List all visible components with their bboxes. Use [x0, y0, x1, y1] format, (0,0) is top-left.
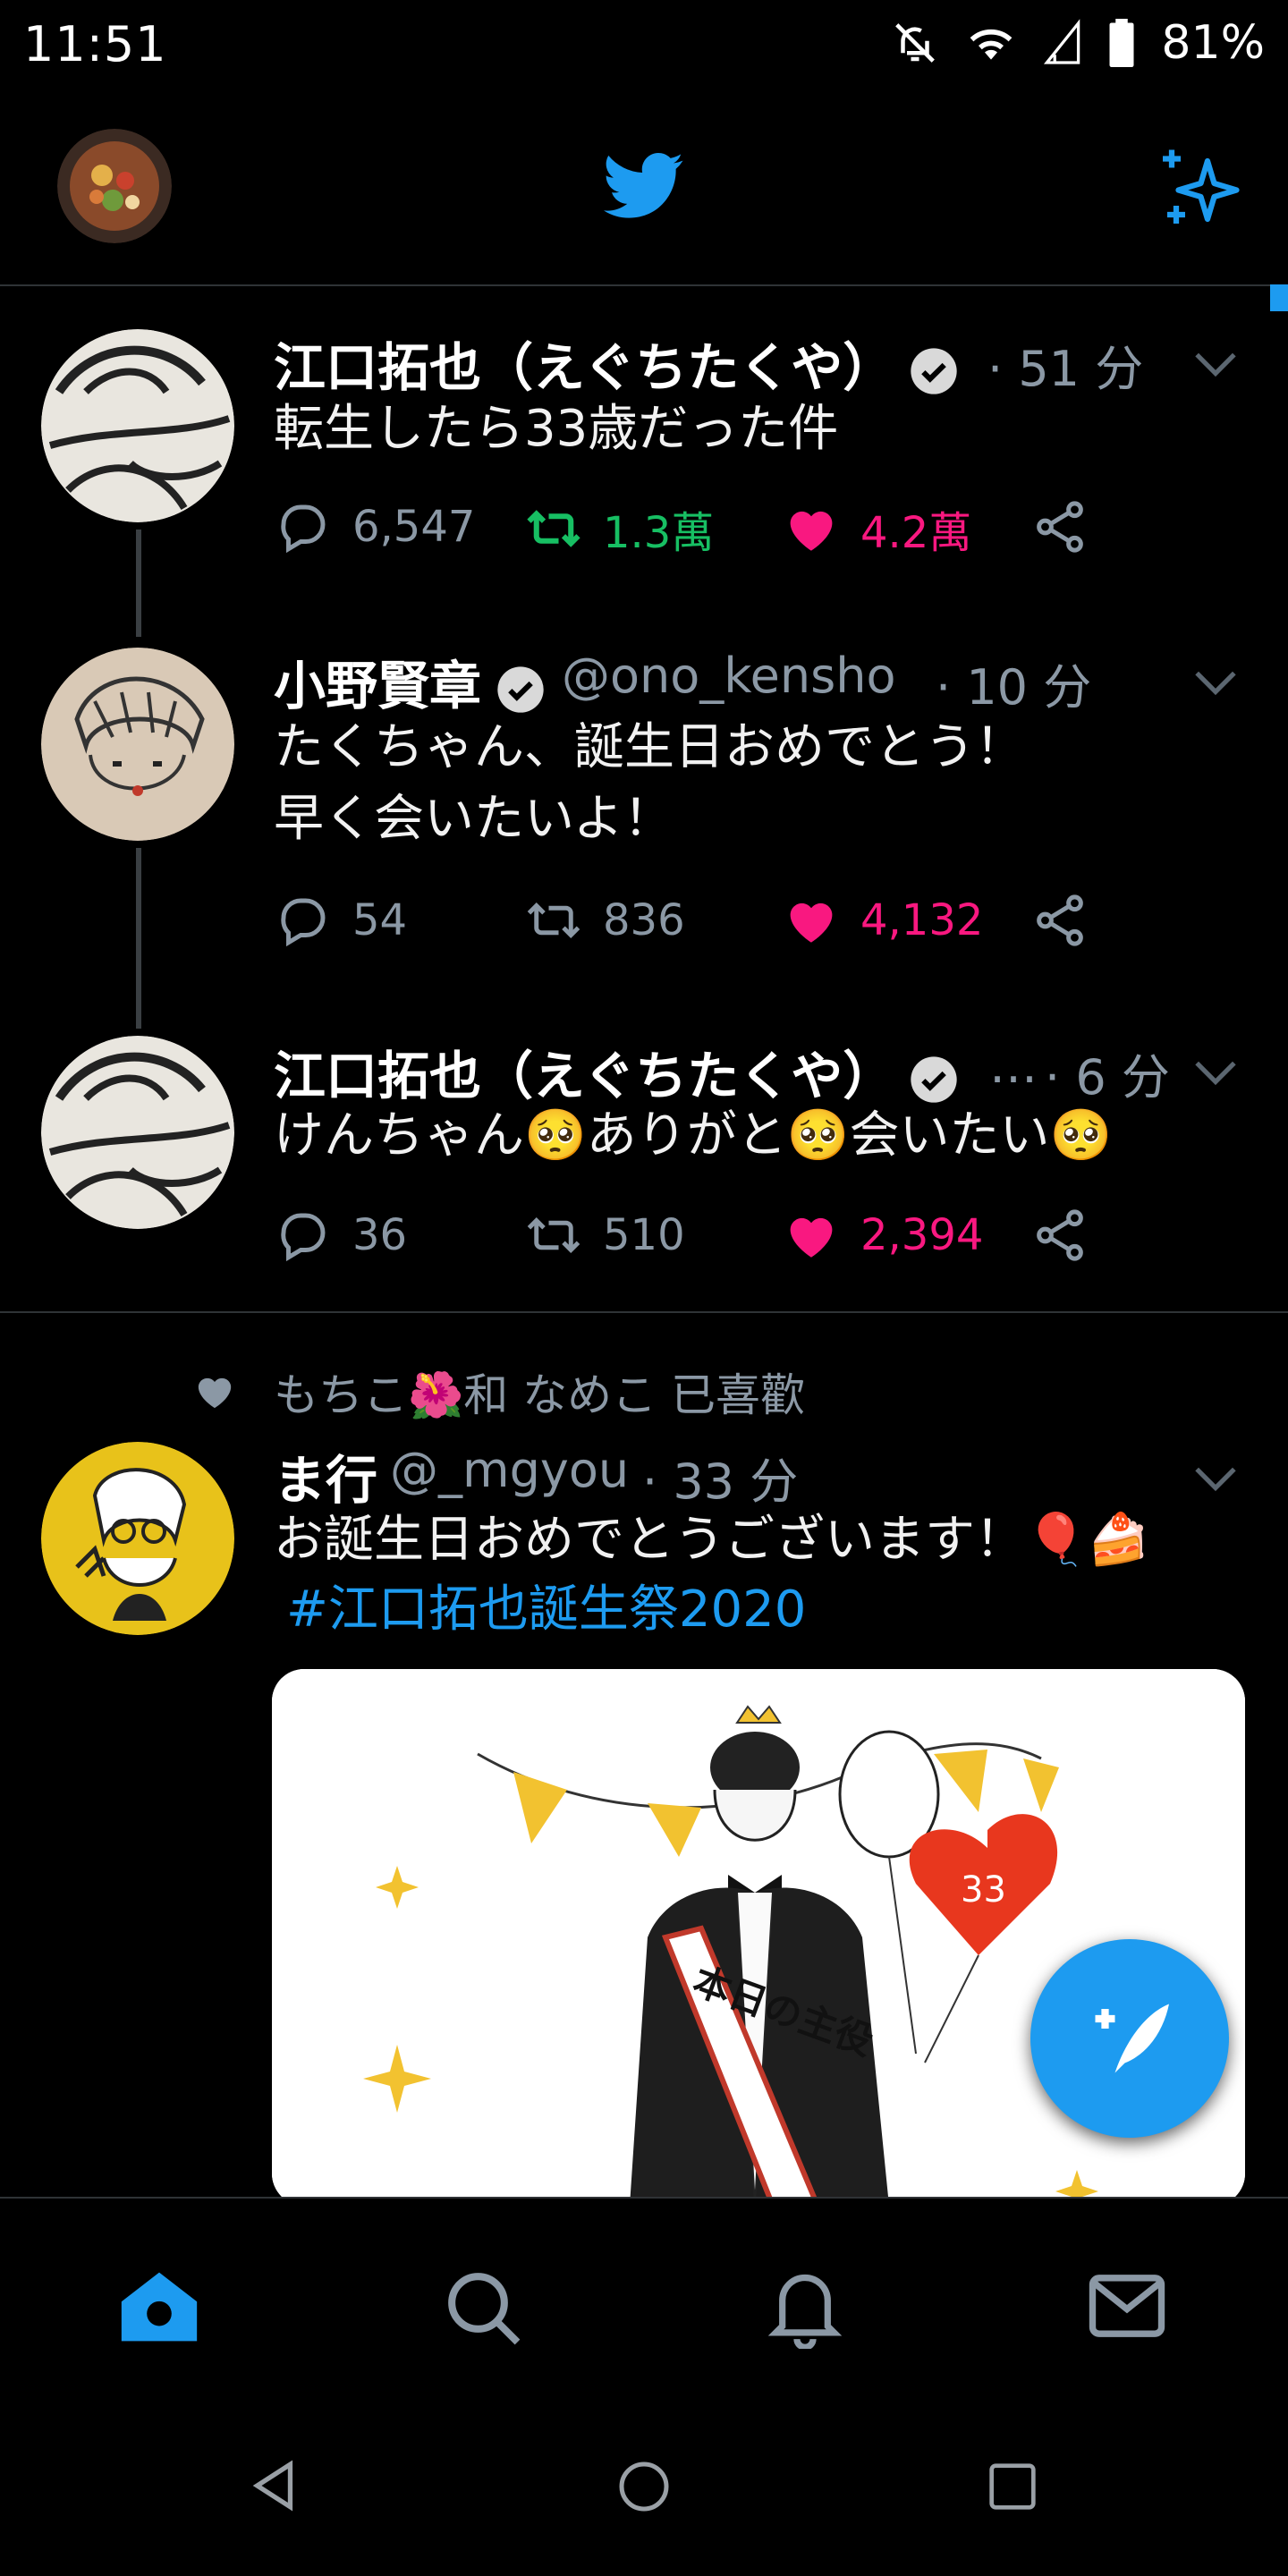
tweet-2[interactable]: 小野賢章 @ono_kensho · 10 分 たくちゃん、誕生日おめでとう！ … [0, 626, 1288, 1011]
verified-badge-icon [911, 348, 957, 394]
retweet-button[interactable]: 1.3萬 [524, 497, 714, 560]
status-right: 81% [891, 16, 1265, 70]
tweet-handle[interactable]: … [989, 1038, 1038, 1094]
heart-small-icon [198, 1377, 232, 1409]
home-icon[interactable] [118, 2268, 200, 2345]
tweet-author-name[interactable]: ま行 [274, 1438, 377, 1513]
compose-tweet-icon [1095, 2004, 1169, 2073]
hashtag-link[interactable]: #江口拓也誕生祭2020 [286, 1574, 806, 1646]
social-context[interactable]: もちこ🌺和 なめこ 已喜歡 [274, 1360, 805, 1424]
chevron-down-icon[interactable] [1193, 1465, 1238, 1492]
retweet-count: 1.3萬 [603, 508, 715, 558]
status-bar: 11:51 81% [0, 0, 1288, 89]
chevron-down-icon[interactable] [1193, 351, 1238, 377]
retweet-count: 836 [603, 895, 685, 945]
share-icon [1037, 501, 1083, 553]
battery-percent: 81% [1161, 16, 1265, 70]
retweet-button[interactable]: 510 [524, 1206, 685, 1265]
tweet-3[interactable]: 江口拓也（えぐちたくや） … · 6 分 けんちゃん🥺ありがと🥺会いたい🥺 36… [0, 1020, 1288, 1311]
reply-button[interactable]: 6,547 [274, 497, 475, 556]
retweet-icon [527, 1216, 580, 1254]
like-button[interactable]: 4,132 [782, 891, 983, 950]
tweet-text: けんちゃん🥺ありがと🥺会いたい🥺 [274, 1106, 1113, 1165]
like-button[interactable]: 4.2萬 [782, 497, 971, 560]
verified-badge-icon [911, 1056, 957, 1103]
tweet-time: · 10 分 [936, 659, 1092, 716]
reply-count: 6,547 [352, 502, 476, 552]
twitter-bird-icon[interactable] [604, 152, 684, 220]
tweet-avatar[interactable] [41, 648, 234, 841]
top-app-bar [0, 89, 1288, 286]
retweet-button[interactable]: 836 [524, 891, 685, 950]
profile-avatar[interactable] [57, 129, 172, 243]
tweet-avatar[interactable] [41, 329, 234, 522]
reply-icon [281, 898, 326, 947]
tweet-text-line-1: たくちゃん、誕生日おめでとう！ [274, 718, 1025, 776]
tweet-handle[interactable]: @ono_kensho [562, 648, 896, 704]
share-icon [1037, 1209, 1083, 1261]
like-button[interactable]: 2,394 [782, 1206, 983, 1265]
heart-filled-icon [790, 511, 833, 551]
thread-connector [136, 848, 141, 1029]
reply-count: 36 [352, 1210, 408, 1260]
tweet-author[interactable]: 江口拓也（えぐちたくや） [274, 1034, 959, 1109]
sparkle-icon[interactable] [1154, 143, 1243, 233]
heart-filled-icon [790, 902, 833, 943]
reply-button[interactable]: 36 [274, 1206, 407, 1265]
status-time: 11:51 [23, 16, 167, 72]
messages-icon[interactable] [1088, 2272, 1166, 2340]
retweet-icon [527, 510, 580, 547]
like-count: 4.2萬 [860, 508, 972, 558]
tweet-text: お誕生日おめでとうございます！🎈🍰 [274, 1511, 1150, 1569]
share-button[interactable] [1030, 1206, 1089, 1265]
bottom-tab-bar [0, 2197, 1288, 2388]
tweet-text: 転生したら33歳だった件 [274, 400, 839, 458]
reply-button[interactable]: 54 [274, 891, 407, 950]
retweet-icon [527, 902, 580, 939]
like-count: 4,132 [860, 895, 984, 945]
tweet-actions: 6,547 1.3萬 4.2萬 [274, 497, 1132, 569]
chevron-down-icon[interactable] [1193, 669, 1238, 696]
tweet-avatar[interactable] [41, 1036, 234, 1229]
like-count: 2,394 [860, 1210, 984, 1260]
balloon-text: 33 [961, 1869, 1006, 1911]
tweet-actions: 54 836 4,132 [274, 891, 1132, 962]
tweet-1[interactable]: 江口拓也（えぐちたくや） · 51 分 転生したら33歳だった件 6,547 1… [0, 286, 1288, 626]
thread-connector [136, 530, 141, 637]
notifications-off-icon [895, 23, 936, 63]
author-name: 小野賢章 [274, 656, 482, 716]
chevron-down-icon[interactable] [1193, 1059, 1238, 1086]
notifications-icon[interactable] [766, 2265, 844, 2349]
author-name: 江口拓也（えぐちたくや） [274, 1046, 895, 1106]
tweet-text-line-2: 早く会いたいよ！ [274, 790, 674, 848]
signal-icon [1044, 19, 1080, 64]
tweet-time: · 51 分 [987, 341, 1144, 397]
battery-icon [1109, 19, 1134, 67]
verified-badge-icon [497, 666, 544, 713]
reply-count: 54 [352, 895, 408, 945]
recents-icon[interactable] [987, 2462, 1038, 2512]
share-button[interactable] [1030, 891, 1089, 950]
back-icon[interactable] [249, 2460, 299, 2512]
tweet-time: · 6 分 [1045, 1049, 1170, 1106]
tweet-handle[interactable]: @_mgyou [390, 1442, 629, 1498]
tweet-author[interactable]: 小野賢章 [274, 644, 546, 719]
home-circle-icon[interactable] [617, 2460, 671, 2513]
wifi-icon [970, 29, 1013, 60]
tweet-time: · 33 分 [642, 1453, 799, 1510]
retweet-count: 510 [603, 1210, 685, 1260]
tweet-actions: 36 510 2,394 [274, 1206, 1132, 1277]
share-button[interactable] [1030, 497, 1089, 556]
compose-tweet-button[interactable] [1030, 1939, 1229, 2138]
reply-icon [281, 504, 326, 554]
search-icon[interactable] [444, 2268, 522, 2347]
author-name: 江口拓也（えぐちたくや） [274, 337, 895, 398]
reply-icon [281, 1213, 326, 1262]
heart-filled-icon [790, 1217, 833, 1258]
tweet-avatar[interactable] [41, 1442, 234, 1635]
tweet-author[interactable]: 江口拓也（えぐちたくや） [274, 326, 959, 401]
share-icon [1037, 894, 1083, 946]
system-navigation-bar [0, 2386, 1288, 2576]
